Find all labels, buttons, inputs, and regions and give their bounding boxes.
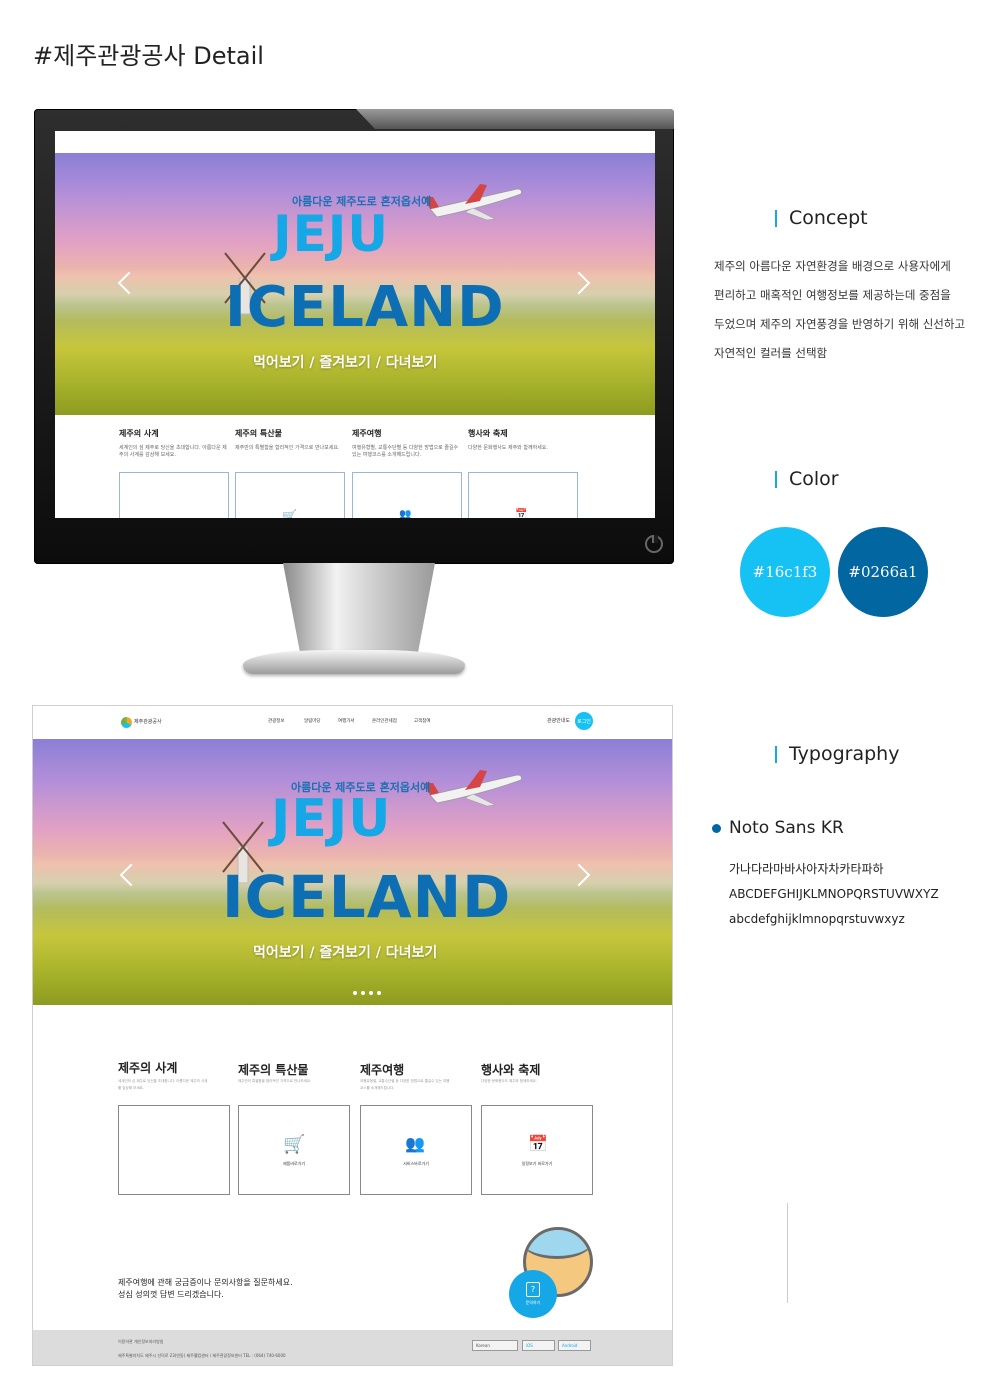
color-swatch-primary: #16c1f3 bbox=[740, 527, 830, 617]
question-icon: ? bbox=[526, 1282, 540, 1297]
card-button-label: 일정보기 바로가기 bbox=[521, 1161, 553, 1166]
login-button[interactable]: 로그인 bbox=[575, 712, 593, 730]
footer-address: 제주특별자치도 제주시 선덕로 23(연동) 제주웰컴센터 / 제주관광정보센터… bbox=[118, 1353, 286, 1358]
card-products[interactable]: 🛒 bbox=[235, 472, 345, 518]
top-nav: 제주관광공사 관광정보 알림마당 여행가서 온라인관세점 고객참여 관광안내도 … bbox=[33, 706, 672, 739]
font-sample-korean: 가나다라마바사아자차카타파하 bbox=[729, 862, 884, 876]
card-events[interactable]: 📅 bbox=[468, 472, 578, 518]
card-travel[interactable]: 👥 서비스바로가기 bbox=[360, 1105, 472, 1195]
section-desc: 여행유형별, 교통수단별 등 다양한 방법으로 즐길수 있는 여행코스를 소개해… bbox=[360, 1079, 450, 1090]
android-download-button[interactable]: Android bbox=[558, 1340, 591, 1351]
inquiry-button[interactable]: ? 문의하기 bbox=[509, 1270, 557, 1318]
cart-icon: 🛒 bbox=[283, 1134, 306, 1155]
slider-dots[interactable] bbox=[353, 991, 381, 995]
card-products[interactable]: 🛒 제품바로가기 bbox=[238, 1105, 350, 1195]
monitor-screen: 아름다운 제주도로 혼저옵서예 JEJU ICELAND 먹어보기 / 즐겨보기… bbox=[55, 131, 655, 518]
calendar-icon: 📅 bbox=[528, 1134, 548, 1153]
inquiry-button-label: 문의하기 bbox=[525, 1300, 541, 1305]
divider bbox=[787, 1203, 788, 1303]
card-events[interactable]: 📅 일정보기 바로가기 bbox=[481, 1105, 593, 1195]
hero-tagline: 먹어보기 / 즐겨보기 / 다녀보기 bbox=[253, 945, 438, 961]
inquiry-text: 제주여행에 관해 궁금증이나 문의사항을 질문하세요. 성심 성의껏 답변 드리… bbox=[118, 1277, 293, 1301]
full-page-preview: 제주관광공사 관광정보 알림마당 여행가서 온라인관세점 고객참여 관광안내도 … bbox=[32, 705, 673, 1366]
section-desc: 세계인의 섬 제주로 당신을 초대합니다. 아름다운 제주의 사계를 감상해 보… bbox=[118, 1079, 208, 1090]
hero-title-jeju: JEJU bbox=[271, 789, 392, 849]
section-title: 행사와 축제 bbox=[481, 1063, 541, 1077]
hero-title-jeju: JEJU bbox=[273, 205, 389, 263]
cart-icon: 🛒 bbox=[282, 509, 297, 518]
color-heading: Color bbox=[775, 468, 839, 490]
monitor-stand bbox=[283, 563, 435, 659]
card-seasons[interactable] bbox=[118, 1105, 230, 1195]
logo-text[interactable]: 제주관광공사 bbox=[134, 718, 162, 725]
inquiry-line: 성심 성의껏 답변 드리겠습니다. bbox=[118, 1290, 224, 1299]
monitor-base bbox=[243, 650, 465, 674]
font-samples: 가나다라마바사아자차카타파하 ABCDEFGHIJKLMNOPQRSTUVWXY… bbox=[729, 857, 939, 932]
section-title: 제주의 특산물 bbox=[238, 1063, 309, 1077]
ios-download-button[interactable]: iOS bbox=[522, 1340, 555, 1351]
hero-tagline: 먹어보기 / 즐겨보기 / 다녀보기 bbox=[253, 355, 438, 371]
font-sample-lower: abcdefghijklmnopqrstuvwxyz bbox=[729, 912, 905, 926]
hero-banner: 아름다운 제주도로 혼저옵서예 JEJU ICELAND 먹어보기 / 즐겨보기… bbox=[33, 739, 672, 1005]
section-title: 행사와 축제 bbox=[468, 429, 508, 438]
people-icon: 👥 bbox=[399, 509, 412, 518]
section-desc: 제주만의 특별함을 합리적인 가격으로 만나보세요. bbox=[235, 445, 340, 451]
concept-line: 자연적인 컬러를 선택함 bbox=[714, 346, 828, 360]
nav-item[interactable]: 온라인관세점 bbox=[372, 718, 397, 724]
calendar-icon: 📅 bbox=[515, 509, 528, 518]
concept-line: 두었으며 제주의 자연풍경을 반영하기 위해 신선하고 bbox=[714, 317, 966, 331]
font-name: Noto Sans KR bbox=[712, 818, 844, 838]
airplane-icon bbox=[425, 184, 522, 221]
section-title: 제주의 사계 bbox=[118, 1061, 178, 1075]
typography-heading: Typography bbox=[775, 743, 899, 765]
power-icon bbox=[645, 535, 663, 553]
concept-line: 제주의 아름다운 자연환경을 배경으로 사용자에게 bbox=[714, 259, 951, 273]
language-select[interactable]: Korean bbox=[472, 1340, 518, 1351]
section-desc: 세계인의 섬 제주로 당신을 초대합니다. 아름다운 제주의 사계를 감상해 보… bbox=[119, 445, 227, 458]
concept-heading: Concept bbox=[775, 207, 868, 229]
hero-banner: 아름다운 제주도로 혼저옵서예 JEJU ICELAND 먹어보기 / 즐겨보기… bbox=[55, 153, 655, 415]
nav-item[interactable]: 알림마당 bbox=[304, 718, 321, 724]
footer: 이용약관 개인정보처리방침 제주특별자치도 제주시 선덕로 23(연동) 제주웰… bbox=[33, 1330, 672, 1365]
footer-links[interactable]: 이용약관 개인정보처리방침 bbox=[118, 1339, 163, 1345]
card-button-label: 제품바로가기 bbox=[282, 1161, 306, 1166]
logo-icon[interactable] bbox=[121, 717, 132, 728]
card-button-label: 서비스바로가기 bbox=[403, 1161, 429, 1166]
page-title: #제주관광공사 Detail bbox=[33, 42, 264, 70]
section-title: 제주여행 bbox=[360, 1063, 405, 1077]
section-title: 제주여행 bbox=[352, 429, 382, 438]
concept-text: 제주의 아름다운 자연환경을 배경으로 사용자에게 편리하고 매혹적인 여행정보… bbox=[714, 252, 994, 368]
hero-title-iceland: ICELAND bbox=[225, 275, 505, 340]
inquiry-line: 제주여행에 관해 궁금증이나 문의사항을 질문하세요. bbox=[118, 1278, 293, 1287]
section-desc: 다양한 문화행사도 제주와 함께하세요. bbox=[481, 1079, 537, 1083]
color-swatch-secondary: #0266a1 bbox=[838, 527, 928, 617]
card-travel[interactable]: 👥 bbox=[352, 472, 462, 518]
section-desc: 제주만의 특별함을 합리적인 가격으로 만나보세요. bbox=[238, 1079, 312, 1083]
people-icon: 👥 bbox=[405, 1134, 425, 1153]
airplane-icon bbox=[425, 770, 522, 807]
tourist-map-link[interactable]: 관광안내도 bbox=[547, 717, 570, 724]
concept-line: 편리하고 매혹적인 여행정보를 제공하는데 중점을 bbox=[714, 288, 951, 302]
nav-item[interactable]: 관광정보 bbox=[268, 718, 285, 724]
section-title: 제주의 특산물 bbox=[235, 429, 282, 438]
font-sample-upper: ABCDEFGHIJKLMNOPQRSTUVWXYZ bbox=[729, 887, 939, 901]
card-seasons[interactable] bbox=[119, 472, 229, 518]
nav-item[interactable]: 고객참여 bbox=[414, 718, 431, 724]
section-title: 제주의 사계 bbox=[119, 429, 159, 438]
hero-title-iceland: ICELAND bbox=[222, 863, 512, 931]
monitor-glare bbox=[356, 109, 674, 129]
section-desc: 여행유형별, 교통수단별 등 다양한 방법으로 즐길수 있는 여행코스를 소개해… bbox=[352, 445, 459, 458]
section-desc: 다양한 문화행사도 제주와 함께하세요. bbox=[468, 445, 548, 451]
nav-item[interactable]: 여행가서 bbox=[338, 718, 355, 724]
